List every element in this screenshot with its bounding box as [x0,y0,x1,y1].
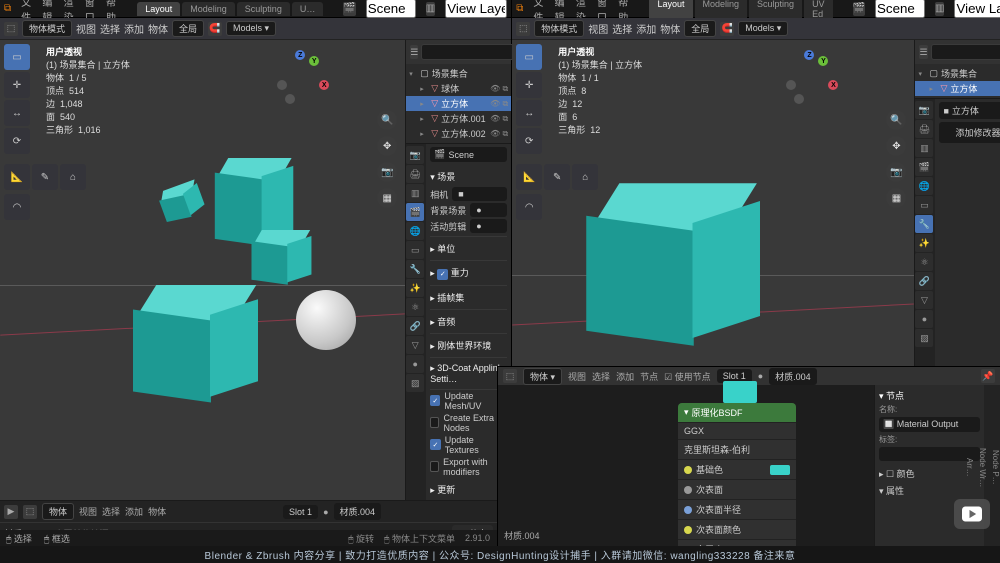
ptab-output[interactable]: 🖨 [406,165,424,183]
hdr-add[interactable]: 添加 [124,21,144,36]
scene-icon: 🎬 [343,2,355,16]
chk-row[interactable]: ✓Update Mesh/UV [430,390,507,412]
hdr-view[interactable]: 视图 [76,21,96,36]
ptab-con[interactable]: 🔗 [406,317,424,335]
ptab-world[interactable]: 🌐 [406,222,424,240]
status-bar-right: 🖱 旋转 🖱 物体上下文菜单 2.91.0 [160,530,490,546]
stats-overlay: 用户透视 (1) 场景集合 | 立方体 物体 1 / 5 顶点 514 边 1,… [46,46,130,137]
ptab-data[interactable]: ▽ [406,336,424,354]
ptab-scene[interactable]: 🎬 [406,203,424,221]
ptab-render[interactable]: 📷 [406,146,424,164]
ptab-phys[interactable]: ⚛ [406,298,424,316]
ptab-view[interactable]: ▥ [406,184,424,202]
mat-label: 材质.004 [504,529,540,542]
crumb: 🎬 Scene [430,147,507,162]
tree-item[interactable]: ▸▽ 立方体.001👁 ⧉ [406,111,511,126]
footer-credits: Blender & Zbrush 内容分享 | 致力打造优质内容 | 公众号: … [0,546,1000,563]
node-name-field[interactable]: 🔲 Material Output [879,417,980,432]
nav-zoom[interactable]: 🔍 [377,110,397,130]
cube-selected[interactable] [145,285,275,405]
ptab-modifier[interactable]: 🔧 [915,215,933,233]
sphere[interactable] [296,290,356,350]
ws-layout[interactable]: Layout [137,2,180,16]
outliner-icon[interactable]: ☰ [410,45,418,59]
top-menu-r: ⧉ 文件 编辑 渲染 窗口 帮助 Layout Modeling Sculpti… [512,0,1000,18]
ws-modeling[interactable]: Modeling [182,2,235,16]
nav-camera[interactable]: 📷 [377,162,397,182]
viewport-3d[interactable]: 用户透视 (1) 场景集合 | 立方体 物体 1 / 5 顶点 514 边 1,… [0,40,405,530]
add-modifier-btn[interactable]: 添加修改器 [939,122,1000,143]
properties-tabs: 📷 🖨 ▥ 🎬 🌐 ▭ 🔧 ✨ ⚛ 🔗 ▽ ● ▨ [406,144,426,530]
ptab-part[interactable]: ✨ [406,279,424,297]
ptab-mat[interactable]: ● [406,355,424,373]
nav-gizmo[interactable]: Y X Z [275,50,327,102]
layer-icon: ▥ [426,2,435,16]
ptab-tex[interactable]: ▨ [406,374,424,392]
outliner: ☰ ▾ ▾▢ 场景集合 ▸▽ 球体👁 ⧉ ▸▽ 立方体👁 ⧉ ▸▽ 立方体.00… [406,40,511,143]
ws-sculpt[interactable]: Sculpting [237,2,290,16]
nav-persp[interactable]: ▦ [377,188,397,208]
orientation[interactable]: 全局 [172,20,204,37]
hdr-object[interactable]: 物体 [148,21,168,36]
blender-icon: ⧉ [4,3,11,14]
top-menu: ⧉ 文件 编辑 渲染 窗口 帮助 Layout Modeling Sculpti… [0,0,511,18]
ptab-obj[interactable]: ▭ [406,241,424,259]
tool-rotate[interactable]: ⟳ [4,128,30,154]
material-preview [723,381,757,403]
node-graph[interactable]: ▾原理化BSDF GGX 克里斯坦森-伯利 基础色 次表面 次表面半径 次表面颜… [498,385,874,546]
tree-root[interactable]: ▾▢ 场景集合 [406,66,511,81]
ptab-mod[interactable]: 🔧 [406,260,424,278]
viewport-header: ⬚ 物体模式 视图 选择 添加 物体 全局 🧲 Models ▾ [0,18,511,40]
tool-cursor[interactable]: ✛ [4,72,30,98]
chk-row[interactable]: Create Extra Nodes [430,412,507,434]
hdr-select[interactable]: 选择 [100,21,120,36]
video-overlay-icon[interactable] [954,499,990,529]
viewlayer-field[interactable] [954,0,1000,18]
editor-type-icon[interactable]: ⬚ [4,22,18,36]
tool-annotate[interactable]: ✎ [32,164,58,190]
ws-uv[interactable]: U… [292,2,324,16]
tree-item[interactable]: ▸▽ 立方体.002👁 ⧉ [406,126,511,141]
scene-name-field[interactable] [366,0,416,18]
tree-item[interactable]: ▸▽ 立方体👁 ⧉ [406,96,511,111]
stats-overlay: 用户透视 (1) 场景集合 | 立方体 物体 1 / 1 顶点 8 边 12 面… [558,46,642,137]
tool-select[interactable]: ▭ [4,44,30,70]
node-editor: ⬚ 物体 ▾ 视图 选择 添加 节点 ☑ 使用节点 Slot 1 ● 材质.00… [497,366,1000,546]
asset-menu[interactable]: Models ▾ [226,21,276,36]
mode-select[interactable]: 物体模式 [22,20,72,37]
cube-single[interactable] [604,183,787,351]
tool-move[interactable]: ↔ [4,100,30,126]
chk-row[interactable]: ✓Update Textures [430,434,507,456]
viewlayer-field[interactable] [445,0,507,18]
snap-icon[interactable]: 🧲 [208,22,222,36]
blender-icon: ⧉ [516,3,523,14]
bsdf-node[interactable]: ▾原理化BSDF GGX 克里斯坦森-伯利 基础色 次表面 次表面半径 次表面颜… [678,403,796,559]
scene-name-field[interactable] [875,0,925,18]
nav-pan[interactable]: ✥ [377,136,397,156]
chk-row[interactable]: Export with modifiers [430,456,507,478]
tree-item[interactable]: ▸▽ 球体👁 ⧉ [406,81,511,96]
tool-extra[interactable]: ⌂ [60,164,86,190]
tool-add[interactable]: ◠ [4,194,30,220]
tool-measure[interactable]: 📐 [4,164,30,190]
